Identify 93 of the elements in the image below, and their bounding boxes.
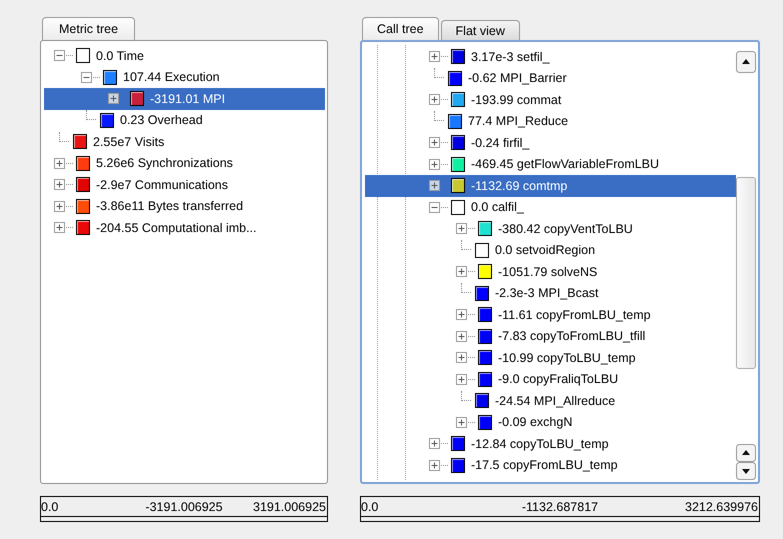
tree-item-label: -0.09 exchgN (498, 415, 572, 430)
expand-icon[interactable] (429, 438, 440, 450)
tree-item[interactable]: 0.0 Time (44, 45, 325, 66)
expand-icon[interactable] (108, 93, 119, 104)
tree-item[interactable]: -11.61 copyFromLBU_temp (365, 304, 736, 326)
tree-item-label: -1051.79 solveNS (498, 264, 598, 279)
tree-item-label: -24.54 MPI_Allreduce (495, 394, 616, 408)
tree-item-label: 0.0 Time (96, 48, 144, 63)
tree-item-label: 2.55e7 Visits (93, 134, 164, 149)
tree-item[interactable]: -380.42 copyVentToLBU (365, 218, 736, 240)
tree-item-label: -469.45 getFlowVariableFromLBU (471, 157, 660, 172)
tree-item[interactable]: 0.23 Overhead (44, 110, 325, 131)
tree-item[interactable]: -7.83 copyToFromLBU_tfill (365, 326, 736, 347)
tree-item-label: 77.4 MPI_Reduce (468, 114, 568, 128)
expand-icon[interactable] (54, 179, 65, 190)
expand-icon[interactable] (456, 374, 467, 385)
tree-item-label: -2.3e-3 MPI_Bcast (495, 286, 599, 300)
tree-item-label: -1132.69 comtmp (471, 178, 568, 193)
scale-min: 0.0 (361, 500, 378, 514)
scale-value: -1132.687817 (522, 500, 598, 514)
scroll-up-button[interactable] (736, 51, 756, 73)
tree-item-label: -380.42 copyVentToLBU (498, 222, 633, 236)
expand-icon[interactable] (54, 158, 65, 169)
scrollbar-thumb[interactable] (736, 177, 756, 369)
tree-item-label: 5.26e6 Synchronizations (96, 156, 233, 170)
tree-item[interactable]: -12.84 copyToLBU_temp (365, 433, 736, 454)
tree-item[interactable]: 0.0 calfil_ (365, 196, 736, 218)
expand-icon[interactable] (456, 266, 467, 278)
scale-value: -3191.006925 (145, 500, 223, 514)
tree-item[interactable]: -469.45 getFlowVariableFromLBU (365, 154, 736, 175)
tree-item[interactable]: 5.26e6 Synchronizations (44, 152, 325, 174)
scroll-up-button[interactable] (736, 444, 756, 462)
tree-item-label: 0.23 Overhead (120, 113, 203, 128)
expand-icon[interactable] (54, 222, 65, 234)
collapse-icon[interactable] (54, 50, 65, 62)
tab[interactable]: Call tree (362, 17, 439, 40)
scale-min: 0.0 (41, 500, 58, 514)
expand-icon[interactable] (429, 180, 440, 192)
expand-icon[interactable] (456, 223, 467, 234)
tree-item-label: -10.99 copyToLBU_temp (498, 350, 636, 365)
tree-item[interactable]: -10.99 copyToLBU_temp (365, 347, 736, 368)
tree-item-label: -12.84 copyToLBU_temp (471, 436, 609, 451)
expand-icon[interactable] (456, 309, 467, 320)
tree-item-label: 3.17e-3 setfil_ (471, 50, 550, 64)
tree-item[interactable]: 3.17e-3 setfil_ (365, 46, 736, 68)
tree-item-label: 0.0 setvoidRegion (495, 243, 596, 258)
tree-item-label: -11.61 copyFromLBU_temp (498, 308, 651, 322)
tree-item[interactable]: -9.0 copyFraliqToLBU (365, 368, 736, 390)
tree-item[interactable]: -0.24 firfil_ (365, 132, 736, 154)
expand-icon[interactable] (429, 158, 440, 170)
tree-item[interactable]: -2.9e7 Communications (44, 174, 325, 196)
tree-item-label: 0.0 calfil_ (471, 200, 524, 214)
expand-icon[interactable] (429, 460, 440, 471)
tree-item-label: -0.62 MPI_Barrier (468, 71, 567, 86)
tree-item[interactable]: -3191.01 MPI (44, 88, 325, 110)
scale-max: 3191.006925 (253, 500, 327, 514)
tree-item[interactable]: -0.62 MPI_Barrier (365, 68, 736, 89)
tree-item-label: -3.86e11 Bytes transferred (96, 199, 244, 214)
tree-item[interactable]: 2.55e7 Visits (44, 131, 325, 152)
tree-item[interactable]: 77.4 MPI_Reduce (365, 110, 736, 132)
tree-item[interactable]: -17.5 copyFromLBU_temp (365, 454, 736, 476)
expand-icon[interactable] (429, 137, 440, 148)
tree-item[interactable]: -0.09 exchgN (365, 412, 736, 433)
tree-item[interactable]: -3.86e11 Bytes transferred (44, 196, 325, 217)
expand-icon[interactable] (456, 330, 467, 342)
tree-item-label: -193.99 commat (471, 92, 562, 107)
tree-item[interactable]: -1051.79 solveNS (365, 261, 736, 282)
tree-item-label: -9.0 copyFraliqToLBU (498, 372, 618, 386)
tree-item[interactable]: -204.55 Computational imb... (44, 217, 325, 238)
tab[interactable]: Flat view (440, 20, 520, 40)
expand-icon[interactable] (54, 200, 65, 212)
tab[interactable]: Metric tree (42, 17, 136, 40)
tree-item[interactable]: -1132.69 comtmp (365, 175, 736, 196)
tree-item-label: -2.9e7 Communications (96, 178, 228, 192)
scale-max: 3212.639976 (685, 500, 759, 514)
tree-item-label: -204.55 Computational imb... (96, 220, 257, 235)
tree-item[interactable]: 0.0 setvoidRegion (365, 240, 736, 261)
tree-item[interactable]: -193.99 commat (365, 89, 736, 110)
tree-item[interactable]: -2.3e-3 MPI_Bcast (365, 282, 736, 304)
collapse-icon[interactable] (429, 202, 440, 213)
collapse-icon[interactable] (81, 72, 92, 83)
scroll-down-button[interactable] (736, 462, 756, 480)
expand-icon[interactable] (429, 51, 440, 62)
tree-item-label: -17.5 copyFromLBU_temp (471, 458, 618, 472)
expand-icon[interactable] (456, 416, 467, 428)
expand-icon[interactable] (456, 352, 467, 364)
tree-item-label: -7.83 copyToFromLBU_tfill (498, 329, 646, 344)
expand-icon[interactable] (429, 94, 440, 106)
tree-item-label: -0.24 firfil_ (471, 136, 530, 150)
tree-item-label: 107.44 Execution (123, 70, 220, 84)
tree-item-label: -3191.01 MPI (150, 92, 226, 106)
tree-item[interactable]: 107.44 Execution (44, 66, 325, 88)
tree-item[interactable]: -24.54 MPI_Allreduce (365, 390, 736, 412)
